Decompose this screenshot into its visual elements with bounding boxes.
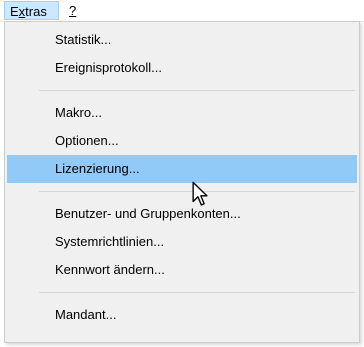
menu-item-label: Systemrichtlinien... — [55, 234, 165, 249]
menu-item-statistik[interactable]: Statistik... — [7, 26, 357, 54]
menu-item-ereignisprotokoll[interactable]: Ereignisprotokoll... — [7, 54, 357, 82]
menu-separator — [39, 292, 355, 293]
menu-help[interactable]: ? — [64, 1, 84, 20]
menu-item-mandant[interactable]: Mandant... — [7, 301, 357, 329]
extras-dropdown-menu: Statistik... Ereignisprotokoll... Makro.… — [4, 21, 360, 343]
menu-item-label: Optionen... — [55, 133, 119, 148]
mouse-pointer-icon — [192, 181, 208, 206]
menu-item-label: Makro... — [55, 105, 102, 120]
menu-item-label: Kennwort ändern... — [55, 262, 165, 277]
menu-item-benutzer-gruppenkonten[interactable]: Benutzer- und Gruppenkonten... — [7, 200, 357, 228]
menu-item-label: Benutzer- und Gruppenkonten... — [55, 206, 241, 221]
menu-item-kennwort-aendern[interactable]: Kennwort ändern... — [7, 256, 357, 284]
menu-help-label: ? — [69, 3, 77, 18]
menu-item-label: Lizenzierung... — [55, 161, 140, 176]
menu-item-makro[interactable]: Makro... — [7, 99, 357, 127]
menu-item-optionen[interactable]: Optionen... — [7, 127, 357, 155]
menu-extras-label: Extras — [10, 4, 47, 19]
menu-item-label: Statistik... — [55, 32, 112, 47]
menu-bar: Extras ? — [0, 0, 364, 22]
menu-extras[interactable]: Extras — [4, 1, 59, 20]
menu-item-systemrichtlinien[interactable]: Systemrichtlinien... — [7, 228, 357, 256]
menu-item-label: Mandant... — [55, 307, 117, 322]
menu-item-label: Ereignisprotokoll... — [55, 60, 162, 75]
menu-separator — [39, 90, 355, 91]
menu-item-lizenzierung[interactable]: Lizenzierung... — [7, 155, 357, 183]
